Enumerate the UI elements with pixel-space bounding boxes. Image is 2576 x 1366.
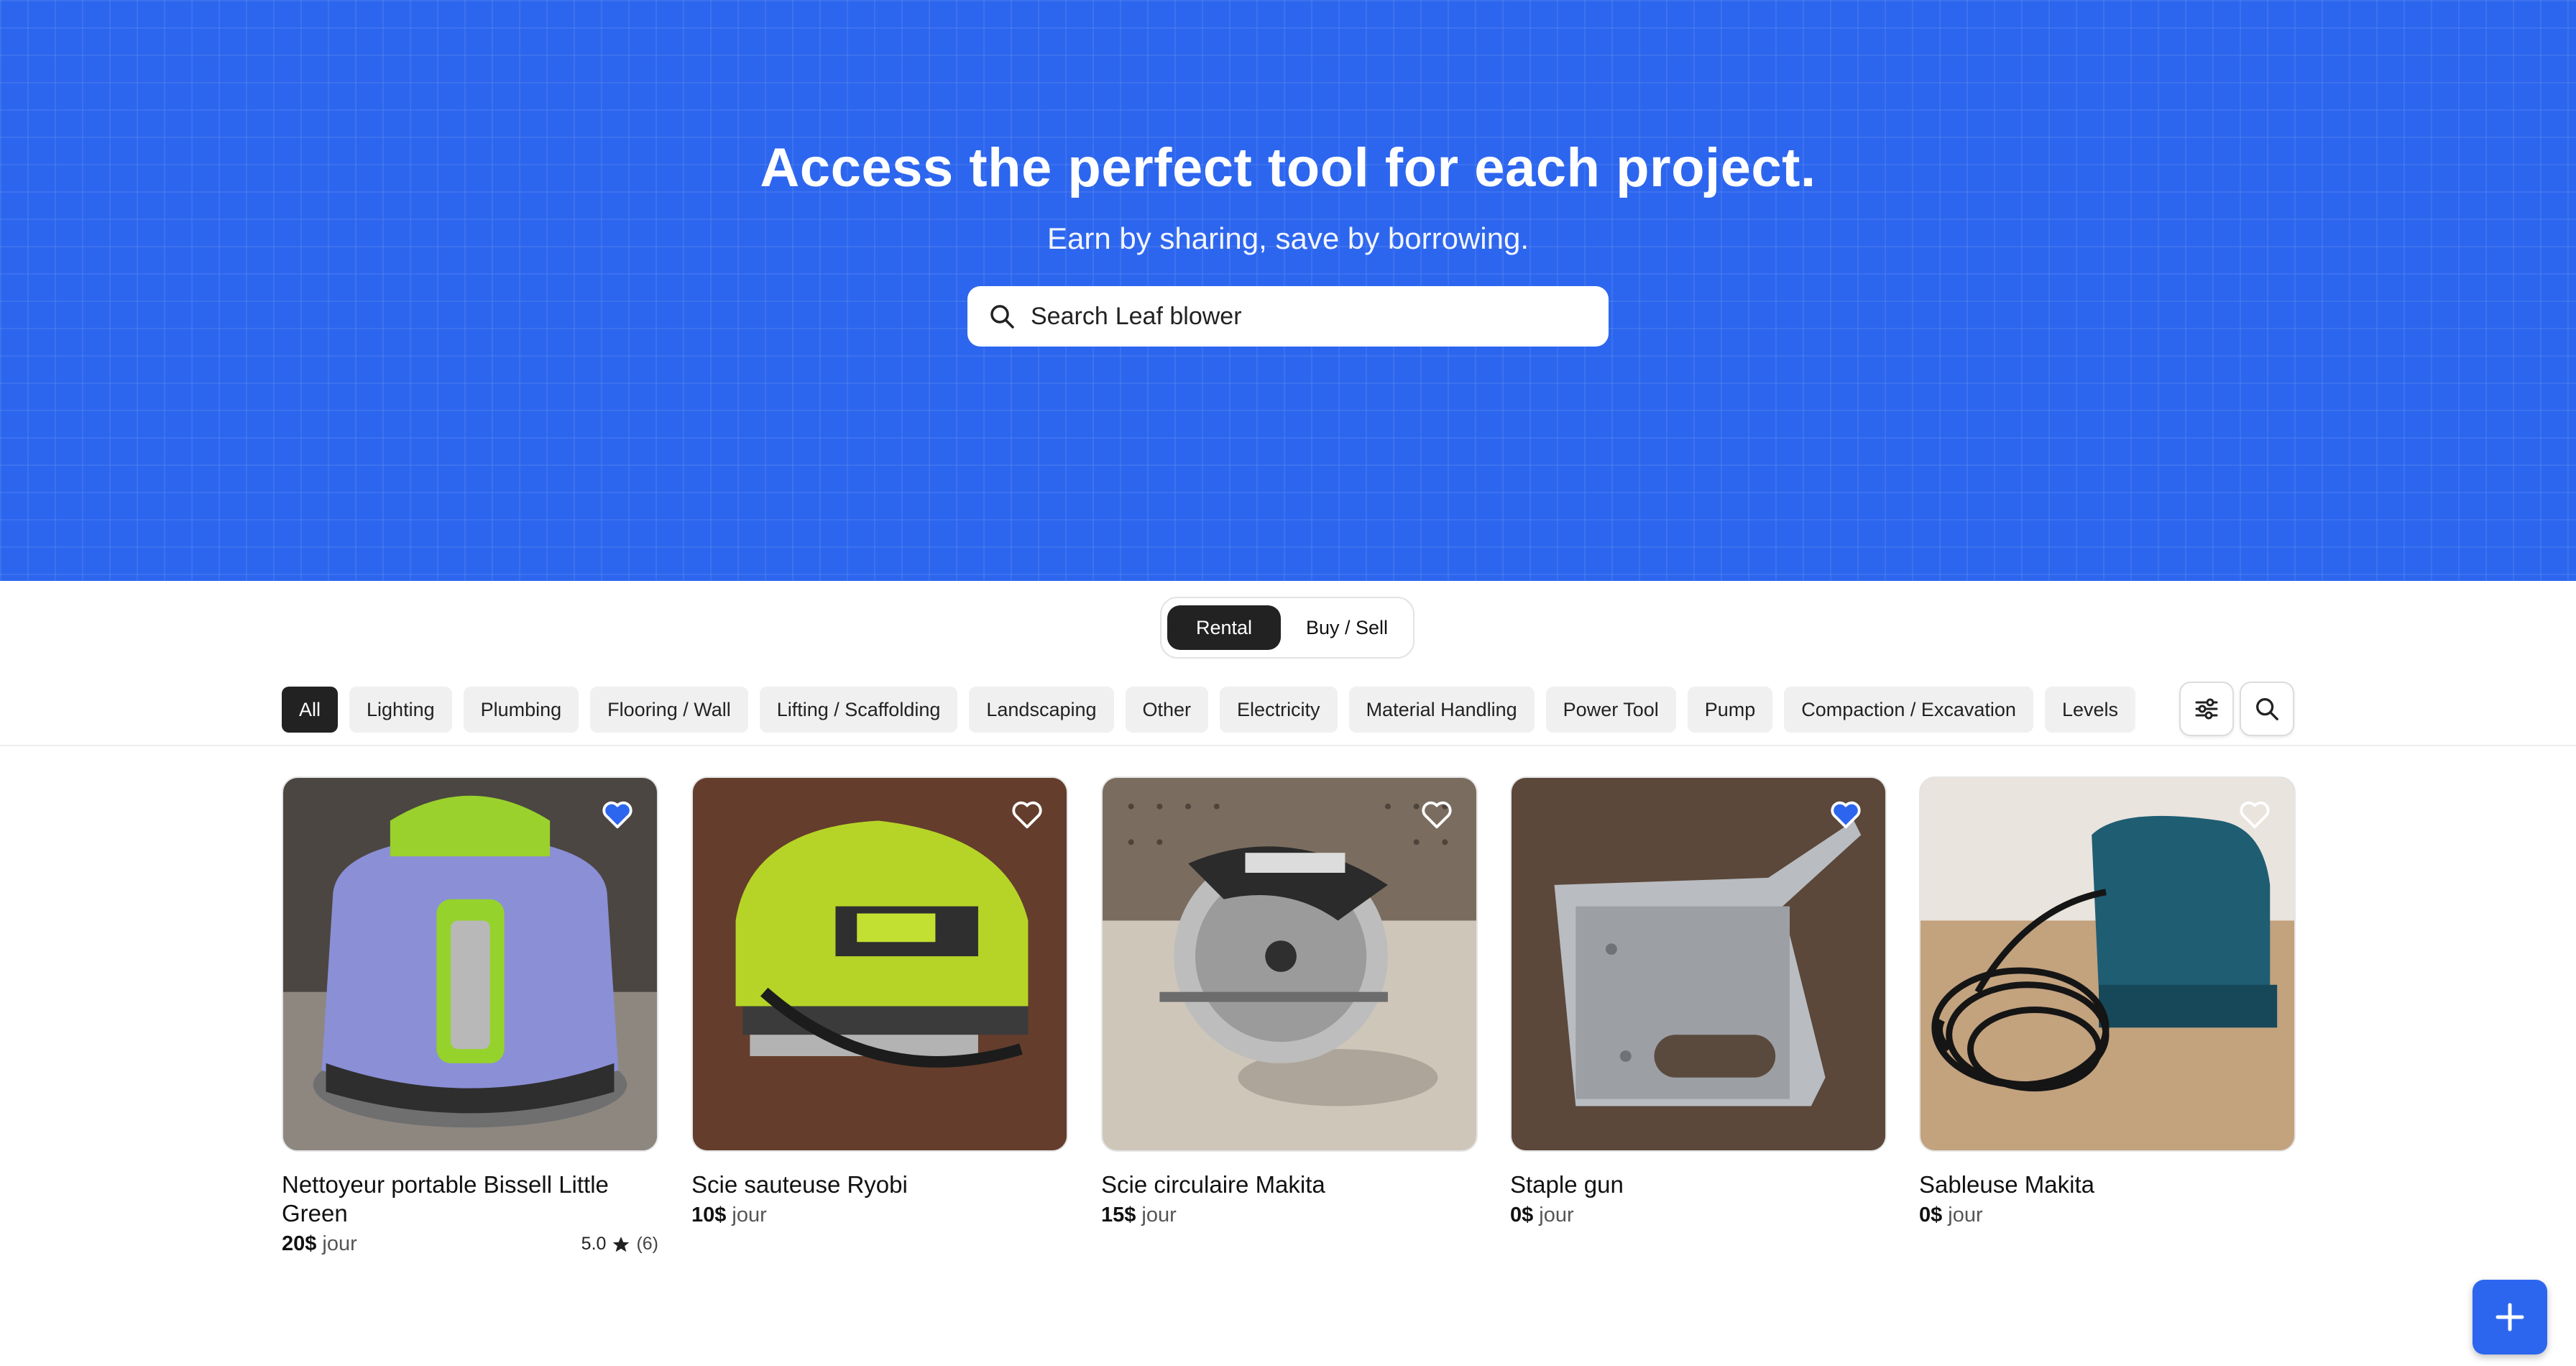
favorite-heart-icon[interactable] xyxy=(2238,798,2271,831)
listing-card[interactable]: Scie sauteuse Ryobi 10$ jour xyxy=(691,776,1068,1227)
price-row: 0$ jour xyxy=(1510,1204,1887,1227)
buy-sell-option[interactable]: Buy / Sell xyxy=(1287,605,1407,650)
listing-photo[interactable] xyxy=(691,776,1068,1152)
listing-title[interactable]: Nettoyeur portable Bissell Little Green xyxy=(282,1170,658,1228)
price-unit: jour xyxy=(1539,1204,1574,1227)
star-icon xyxy=(613,1236,630,1252)
search-icon xyxy=(2256,698,2278,720)
search-icon xyxy=(988,302,1016,331)
hero-title: Access the perfect tool for each project… xyxy=(760,137,1816,198)
category-chip-lighting[interactable]: Lighting xyxy=(349,687,452,733)
price-unit: jour xyxy=(322,1232,357,1255)
hero-subtitle: Earn by sharing, save by borrowing. xyxy=(1046,221,1529,255)
listing-card[interactable]: Scie circulaire Makita 15$ jour xyxy=(1101,776,1478,1227)
category-chip-lifting-scaffolding[interactable]: Lifting / Scaffolding xyxy=(759,687,958,733)
category-chip-power-tool[interactable]: Power Tool xyxy=(1545,687,1676,733)
listing-photo[interactable] xyxy=(1101,776,1478,1152)
mode-toggle: Rental Buy / Sell xyxy=(1160,597,1414,659)
price-unit: jour xyxy=(732,1204,767,1227)
category-chip-other[interactable]: Other xyxy=(1125,687,1209,733)
category-chip-plumbing[interactable]: Plumbing xyxy=(463,687,579,733)
category-search-button[interactable] xyxy=(2240,682,2294,736)
price-row: 0$ jour xyxy=(1919,1204,2296,1227)
listing-rating: 5.0 (6) xyxy=(581,1234,658,1255)
search-input[interactable]: Leaf blower xyxy=(1116,303,1242,331)
category-chip-landscaping[interactable]: Landscaping xyxy=(969,687,1114,733)
price-unit: jour xyxy=(1948,1204,1983,1227)
review-count: (6) xyxy=(636,1234,658,1254)
listing-card[interactable]: Sableuse Makita 0$ jour xyxy=(1919,776,2296,1227)
price-row: 10$ jour xyxy=(691,1204,1068,1227)
listing-price: 0$ xyxy=(1919,1204,1943,1227)
favorite-heart-icon[interactable] xyxy=(601,798,634,831)
plus-icon xyxy=(2496,1303,2524,1331)
category-chip-all[interactable]: All xyxy=(282,687,339,733)
price-unit: jour xyxy=(1141,1204,1177,1227)
search-bar[interactable]: Search Leaf blower xyxy=(967,286,1609,347)
hero-banner: Access the perfect tool for each project… xyxy=(0,0,2576,581)
listing-title[interactable]: Staple gun xyxy=(1510,1170,1887,1199)
listing-price: 15$ xyxy=(1101,1204,1136,1227)
section-divider xyxy=(0,745,2576,746)
filter-button[interactable] xyxy=(2179,682,2234,736)
category-chip-levels[interactable]: Levels xyxy=(2044,687,2135,733)
listing-card[interactable]: Nettoyeur portable Bissell Little Green … xyxy=(282,776,658,1256)
listing-title[interactable]: Scie sauteuse Ryobi xyxy=(691,1170,1068,1199)
search-label: Search xyxy=(1031,302,1108,330)
listing-title[interactable]: Scie circulaire Makita xyxy=(1101,1170,1478,1199)
category-chip-electricity[interactable]: Electricity xyxy=(1220,687,1338,733)
price-row: 15$ jour xyxy=(1101,1204,1478,1227)
category-scroll-fade xyxy=(2128,683,2178,735)
category-chip-flooring-wall[interactable]: Flooring / Wall xyxy=(590,687,748,733)
listing-card[interactable]: Staple gun 0$ jour xyxy=(1510,776,1887,1227)
add-listing-button[interactable] xyxy=(2472,1280,2547,1354)
price-row: 20$ jour 5.0 (6) xyxy=(282,1232,658,1256)
listing-photo[interactable] xyxy=(1510,776,1887,1152)
rating-value: 5.0 xyxy=(581,1234,607,1254)
category-chip-compaction-excavation[interactable]: Compaction / Excavation xyxy=(1784,687,2033,733)
category-chip-pump[interactable]: Pump xyxy=(1687,687,1773,733)
sliders-icon xyxy=(2195,698,2218,720)
category-chip-material-handling[interactable]: Material Handling xyxy=(1348,687,1535,733)
listing-photo[interactable] xyxy=(1919,776,2296,1152)
rental-option[interactable]: Rental xyxy=(1167,605,1282,650)
listing-photo[interactable] xyxy=(282,776,658,1152)
listing-price: 20$ xyxy=(282,1232,317,1255)
category-filter-bar: All Lighting Plumbing Flooring / Wall Li… xyxy=(282,686,2172,733)
favorite-heart-icon[interactable] xyxy=(1829,798,1862,831)
favorite-heart-icon[interactable] xyxy=(1420,798,1453,831)
listing-price: 0$ xyxy=(1510,1204,1534,1227)
listing-price: 10$ xyxy=(691,1204,727,1227)
listing-title[interactable]: Sableuse Makita xyxy=(1919,1170,2296,1199)
favorite-heart-icon[interactable] xyxy=(1011,798,1044,831)
